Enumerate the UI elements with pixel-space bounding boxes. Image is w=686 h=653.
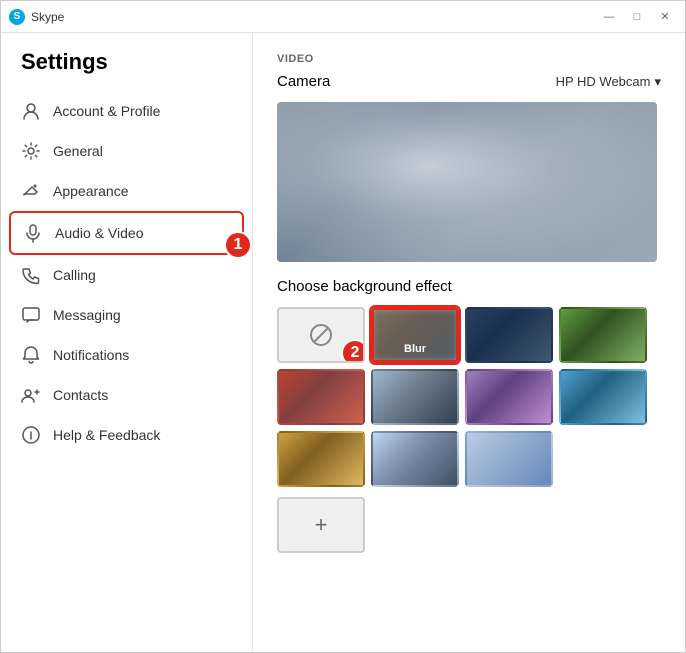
bg-item-1[interactable]: [465, 307, 553, 363]
phone-icon: [21, 265, 41, 285]
camera-row: Camera HP HD Webcam ▾: [277, 73, 661, 90]
bg-item-9[interactable]: [465, 431, 553, 487]
window-title: Skype: [31, 10, 64, 24]
sidebar: Settings Account & Profile: [1, 33, 253, 652]
appearance-icon: [21, 181, 41, 201]
bg-item-8[interactable]: [371, 431, 459, 487]
titlebar-controls: — □ ✕: [597, 7, 677, 27]
bell-icon: [21, 345, 41, 365]
mic-icon: [23, 223, 43, 243]
sidebar-item-general-label: General: [53, 143, 103, 159]
step-2-badge: 2: [341, 339, 365, 363]
camera-selector[interactable]: HP HD Webcam ▾: [556, 74, 661, 90]
sidebar-item-help-label: Help & Feedback: [53, 427, 160, 443]
chevron-down-icon: ▾: [654, 74, 661, 90]
bg-item-5[interactable]: [465, 369, 553, 425]
bg-item-3[interactable]: [277, 369, 365, 425]
camera-label: Camera: [277, 73, 330, 90]
sidebar-item-notifications-label: Notifications: [53, 347, 129, 363]
section-label: VIDEO: [277, 53, 661, 65]
sidebar-item-general[interactable]: General: [1, 131, 252, 171]
sidebar-item-contacts-label: Contacts: [53, 387, 108, 403]
sidebar-item-help[interactable]: Help & Feedback: [1, 415, 252, 455]
titlebar-left: S Skype: [9, 9, 64, 25]
sidebar-item-account-label: Account & Profile: [53, 103, 160, 119]
sidebar-item-appearance[interactable]: Appearance: [1, 171, 252, 211]
blur-overlay: Blur: [374, 310, 456, 360]
bg-blur-button[interactable]: Blur: [371, 307, 459, 363]
add-background-button[interactable]: +: [277, 497, 365, 553]
blur-label: Blur: [404, 343, 426, 355]
close-button[interactable]: ✕: [653, 7, 677, 27]
sidebar-item-notifications[interactable]: Notifications: [1, 335, 252, 375]
step-1-badge: 1: [224, 231, 252, 259]
maximize-button[interactable]: □: [625, 7, 649, 27]
app-window: S Skype — □ ✕ Settings Account & Profile: [0, 0, 686, 653]
bg-effects-grid: 2 Blur: [277, 307, 661, 487]
camera-preview: [277, 102, 657, 262]
minimize-button[interactable]: —: [597, 7, 621, 27]
skype-logo-icon: S: [9, 9, 25, 25]
gear-icon: [21, 141, 41, 161]
sidebar-title: Settings: [1, 49, 252, 91]
sidebar-item-appearance-label: Appearance: [53, 183, 129, 199]
sidebar-item-calling-label: Calling: [53, 267, 96, 283]
camera-value-text: HP HD Webcam: [556, 74, 651, 89]
content-area: Settings Account & Profile: [1, 33, 685, 652]
sidebar-item-contacts[interactable]: Contacts: [1, 375, 252, 415]
bg-item-6[interactable]: [559, 369, 647, 425]
sidebar-item-audio-video[interactable]: Audio & Video 1: [9, 211, 244, 255]
contacts-icon: [21, 385, 41, 405]
chat-icon: [21, 305, 41, 325]
person-icon: [21, 101, 41, 121]
sidebar-item-calling[interactable]: Calling: [1, 255, 252, 295]
bg-item-7[interactable]: [277, 431, 365, 487]
sidebar-item-account[interactable]: Account & Profile: [1, 91, 252, 131]
none-icon: [307, 321, 335, 349]
bg-item-2[interactable]: [559, 307, 647, 363]
titlebar: S Skype — □ ✕: [1, 1, 685, 33]
main-content: VIDEO Camera HP HD Webcam ▾ Choose backg…: [253, 33, 685, 652]
info-icon: [21, 425, 41, 445]
sidebar-item-messaging-label: Messaging: [53, 307, 121, 323]
bg-effect-label: Choose background effect: [277, 278, 661, 295]
bg-item-4[interactable]: [371, 369, 459, 425]
sidebar-item-audio-video-label: Audio & Video: [55, 225, 143, 241]
bg-none-button[interactable]: 2: [277, 307, 365, 363]
sidebar-item-messaging[interactable]: Messaging: [1, 295, 252, 335]
